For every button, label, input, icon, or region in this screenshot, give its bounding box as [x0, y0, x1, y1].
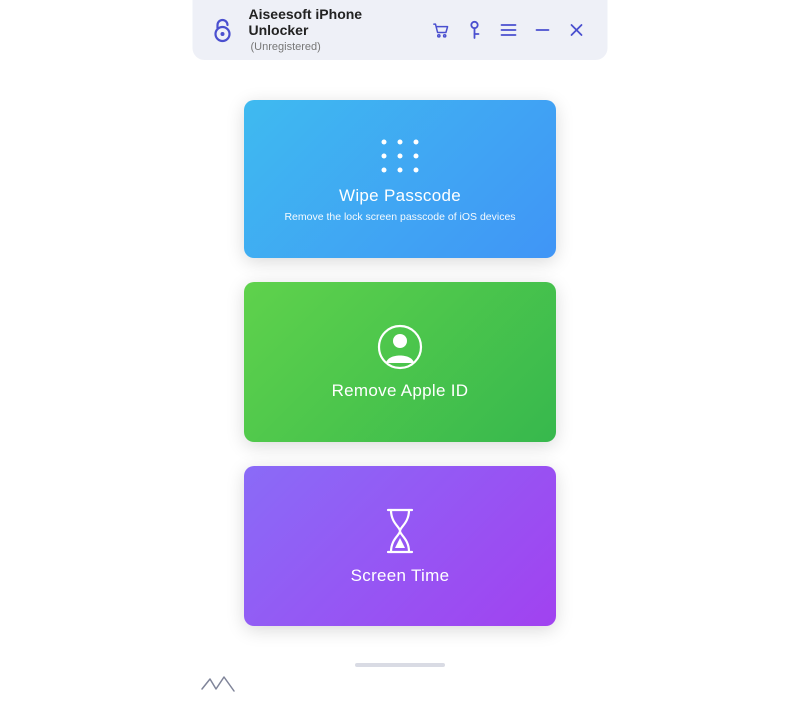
passcode-dots-icon: [372, 136, 428, 176]
title-block: Aiseesoft iPhone Unlocker (Unregistered): [249, 6, 418, 55]
titlebar: Aiseesoft iPhone Unlocker (Unregistered): [193, 0, 608, 60]
wipe-passcode-title: Wipe Passcode: [339, 186, 461, 206]
key-icon[interactable]: [464, 19, 486, 41]
remove-apple-id-title: Remove Apple ID: [332, 381, 469, 401]
hourglass-icon: [380, 506, 420, 556]
wipe-passcode-desc: Remove the lock screen passcode of iOS d…: [284, 211, 515, 223]
screen-time-card[interactable]: Screen Time: [244, 466, 556, 626]
wipe-passcode-card[interactable]: Wipe Passcode Remove the lock screen pas…: [244, 100, 556, 258]
person-circle-icon: [376, 323, 424, 371]
menu-icon[interactable]: [498, 19, 520, 41]
bottom-handle: [355, 663, 445, 667]
main-options: Wipe Passcode Remove the lock screen pas…: [0, 100, 800, 626]
watermark-icon: [200, 673, 236, 693]
app-title: Aiseesoft iPhone Unlocker: [249, 6, 418, 40]
screen-time-title: Screen Time: [351, 566, 450, 586]
app-subtitle: (Unregistered): [251, 41, 418, 54]
close-button[interactable]: [566, 19, 588, 41]
titlebar-actions: [430, 19, 592, 41]
cart-icon[interactable]: [430, 19, 452, 41]
minimize-button[interactable]: [532, 19, 554, 41]
unlock-logo-icon: [209, 16, 237, 44]
remove-apple-id-card[interactable]: Remove Apple ID: [244, 282, 556, 442]
